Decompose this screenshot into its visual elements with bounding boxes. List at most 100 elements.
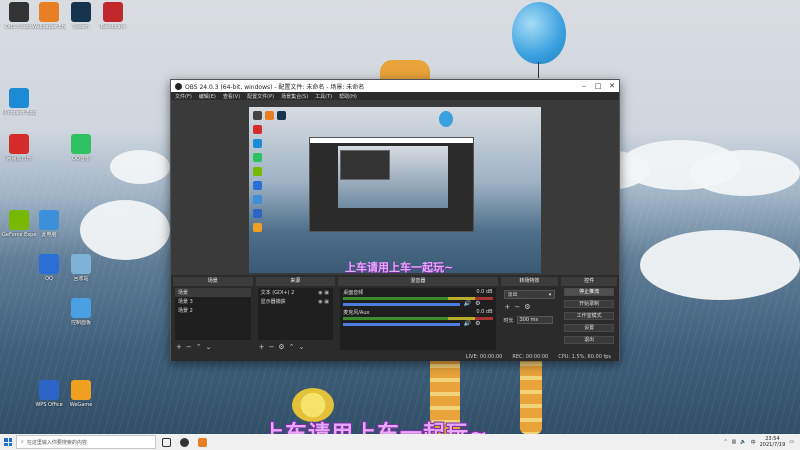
menu-view[interactable]: 查看(V): [223, 93, 240, 100]
app-icon: [103, 2, 123, 22]
desktop-icon-label: 此电脑: [41, 232, 57, 238]
preview-area[interactable]: 上车请用上车一起玩~: [171, 101, 619, 275]
status-bar: LIVE: 00:00:00 REC: 00:00:00 CPU: 1.5%, …: [171, 352, 619, 361]
gear-icon[interactable]: ⚙: [475, 300, 480, 307]
app-icon: [71, 298, 91, 318]
stop-streaming-button[interactable]: 停止推流: [564, 288, 614, 296]
obs-window[interactable]: OBS 24.0.3 (64-bit, windows) - 配置文件: 未命名…: [170, 79, 620, 361]
desktop-icon[interactable]: QQ音乐: [64, 134, 98, 162]
volume-icon[interactable]: 🔈: [740, 439, 746, 445]
mixer-track: 桌面音频 0.0 dB 🔊 ⚙: [340, 288, 495, 308]
app-icon: [39, 210, 59, 230]
start-recording-button[interactable]: 开始录制: [564, 300, 614, 308]
add-icon[interactable]: +: [259, 343, 265, 351]
desktop-icon[interactable]: Steam: [64, 2, 98, 30]
source-name: 显示器捕获: [260, 299, 286, 305]
ime-icon[interactable]: 中: [751, 439, 756, 446]
menu-file[interactable]: 文件(F): [175, 93, 192, 100]
scene-item[interactable]: 场景 3: [175, 297, 251, 306]
desktop-icon-label: GeForce Experience: [2, 232, 36, 238]
settings-button[interactable]: 设置: [564, 324, 614, 332]
desktop-icon[interactable]: WPS Office: [32, 380, 66, 408]
menu-scene-collection[interactable]: 场景集合(S): [281, 93, 308, 100]
app-icon: [9, 134, 29, 154]
scene-item[interactable]: 场景: [175, 288, 251, 297]
app-icon: [39, 380, 59, 400]
obs-titlebar[interactable]: OBS 24.0.3 (64-bit, windows) - 配置文件: 未命名…: [171, 80, 619, 92]
desktop-icon[interactable]: Bandicam: [96, 2, 130, 30]
menu-profile[interactable]: 配置文件(P): [247, 93, 274, 100]
desktop-icon-label: QQ音乐: [72, 156, 90, 162]
lock-icon[interactable]: ▣: [324, 290, 330, 296]
desktop-icon[interactable]: 回收站: [64, 254, 98, 282]
source-item[interactable]: 显示器捕获 ◉ ▣: [258, 297, 334, 306]
dock-panels: 场景 场景 场景 3 场景 2 + − ⌃ ⌄ 来源 文本 (GDI+) 2 ◉…: [171, 275, 619, 352]
live-timer: LIVE: 00:00:00: [465, 353, 503, 360]
preview-icon: [277, 111, 286, 120]
gear-icon[interactable]: ⚙: [475, 320, 480, 327]
move-down-icon[interactable]: ⌄: [206, 343, 212, 351]
minimize-icon[interactable]: –: [577, 82, 591, 90]
menu-edit[interactable]: 编辑(E): [199, 93, 216, 100]
preview-canvas[interactable]: 上车请用上车一起玩~: [249, 107, 541, 273]
taskbar-search[interactable]: ⌕ 在这里输入你要搜索的内容: [16, 435, 156, 449]
desktop-icon[interactable]: Wallpaper Engine: [32, 2, 66, 30]
duration-input[interactable]: 300 ms: [516, 316, 553, 324]
remove-icon[interactable]: −: [514, 303, 520, 311]
task-view-icon[interactable]: [158, 435, 174, 449]
add-icon[interactable]: +: [505, 303, 511, 311]
wallpaper-engine-taskbar-icon[interactable]: [194, 435, 210, 449]
exit-button[interactable]: 退出: [564, 336, 614, 344]
desktop-icon[interactable]: 此电脑: [32, 210, 66, 238]
app-icon: [9, 210, 29, 230]
scenes-list[interactable]: 场景 场景 3 场景 2: [175, 288, 251, 340]
sources-list[interactable]: 文本 (GDI+) 2 ◉ ▣ 显示器捕获 ◉ ▣: [257, 288, 334, 340]
move-up-icon[interactable]: ⌃: [196, 343, 202, 351]
speaker-icon[interactable]: 🔊: [464, 320, 471, 327]
speaker-icon[interactable]: 🔊: [464, 300, 471, 307]
taskbar: ⌕ 在这里输入你要搜索的内容 ⌃ ▥ 🔈 中 23:54 2021/7/19 ▭: [0, 434, 800, 450]
desktop-icon[interactable]: 控制面板: [64, 298, 98, 326]
remove-icon[interactable]: −: [269, 343, 275, 351]
volume-slider[interactable]: [343, 323, 460, 326]
desktop-icon[interactable]: OBS Studio: [2, 2, 36, 30]
app-icon: [9, 88, 29, 108]
network-icon[interactable]: ▥: [732, 439, 737, 445]
source-name: 文本 (GDI+) 2: [260, 290, 295, 296]
desktop-icon[interactable]: Microsoft Edge: [2, 88, 36, 116]
gear-icon[interactable]: ⚙: [524, 303, 530, 311]
gear-icon[interactable]: ⚙: [278, 343, 284, 351]
obs-taskbar-icon[interactable]: [176, 435, 192, 449]
desktop-icon[interactable]: WeGame: [64, 380, 98, 408]
giraffe-neck: [520, 352, 542, 434]
source-item[interactable]: 文本 (GDI+) 2 ◉ ▣: [258, 288, 334, 297]
maximize-icon[interactable]: □: [591, 82, 605, 90]
notifications-icon[interactable]: ▭: [789, 439, 794, 445]
chevron-up-icon[interactable]: ⌃: [723, 439, 727, 445]
move-down-icon[interactable]: ⌄: [299, 343, 305, 351]
desktop-icon[interactable]: QQ: [32, 254, 66, 282]
clock-date: 2021/7/19: [759, 442, 786, 448]
mixer-title: 混音器: [338, 277, 498, 286]
menu-help[interactable]: 帮助(H): [339, 93, 357, 100]
mixer-body: 桌面音频 0.0 dB 🔊 ⚙ 麦克风/Aux 0.0 dB 🔊 ⚙: [340, 288, 496, 350]
start-button[interactable]: [0, 434, 16, 450]
transitions-dock: 转场特效 淡出 ▾ + − ⚙ 时长 300 ms: [500, 277, 559, 352]
remove-icon[interactable]: −: [186, 343, 192, 351]
volume-slider[interactable]: [343, 303, 460, 306]
lock-icon[interactable]: ▣: [324, 299, 330, 305]
clock[interactable]: 23:54 2021/7/19: [760, 436, 786, 448]
menu-tools[interactable]: 工具(T): [315, 93, 332, 100]
app-icon: [71, 254, 91, 274]
transition-select[interactable]: 淡出 ▾: [503, 290, 556, 299]
desktop-icon[interactable]: GeForce Experience: [2, 210, 36, 238]
scene-item[interactable]: 场景 2: [175, 306, 251, 315]
cpu-status: CPU: 1.5%, 60.00 fps: [558, 353, 611, 360]
controls-dock: 控件 停止推流 开始录制 工作室模式 设置 退出: [561, 277, 617, 352]
studio-mode-button[interactable]: 工作室模式: [564, 312, 614, 320]
desktop-icon[interactable]: 网易云音乐: [2, 134, 36, 162]
close-icon[interactable]: ✕: [605, 82, 619, 90]
preview-nested-obs: [309, 137, 474, 232]
add-icon[interactable]: +: [176, 343, 182, 351]
move-up-icon[interactable]: ⌃: [289, 343, 295, 351]
